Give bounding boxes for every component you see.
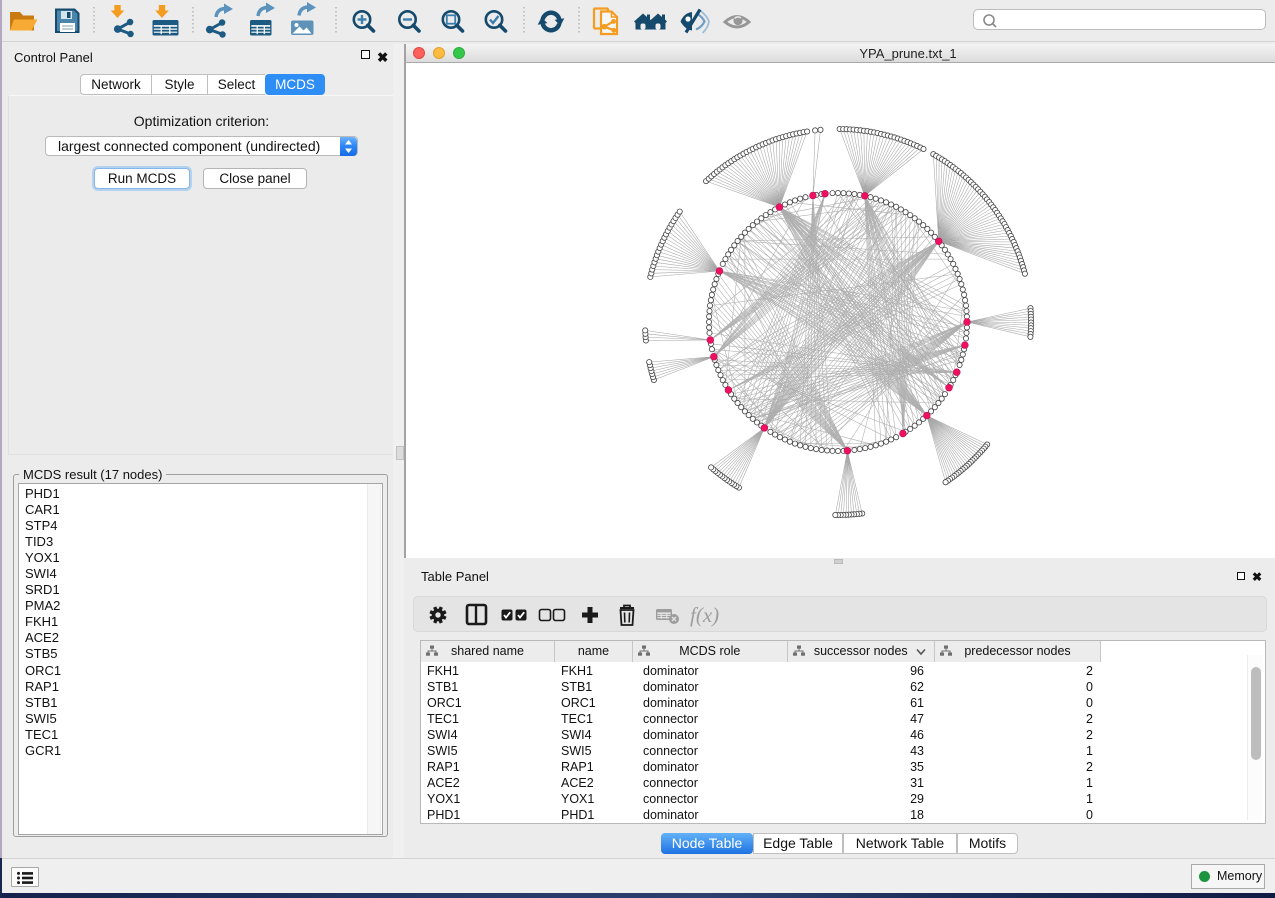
svg-text:f(x): f(x) [690,603,719,627]
